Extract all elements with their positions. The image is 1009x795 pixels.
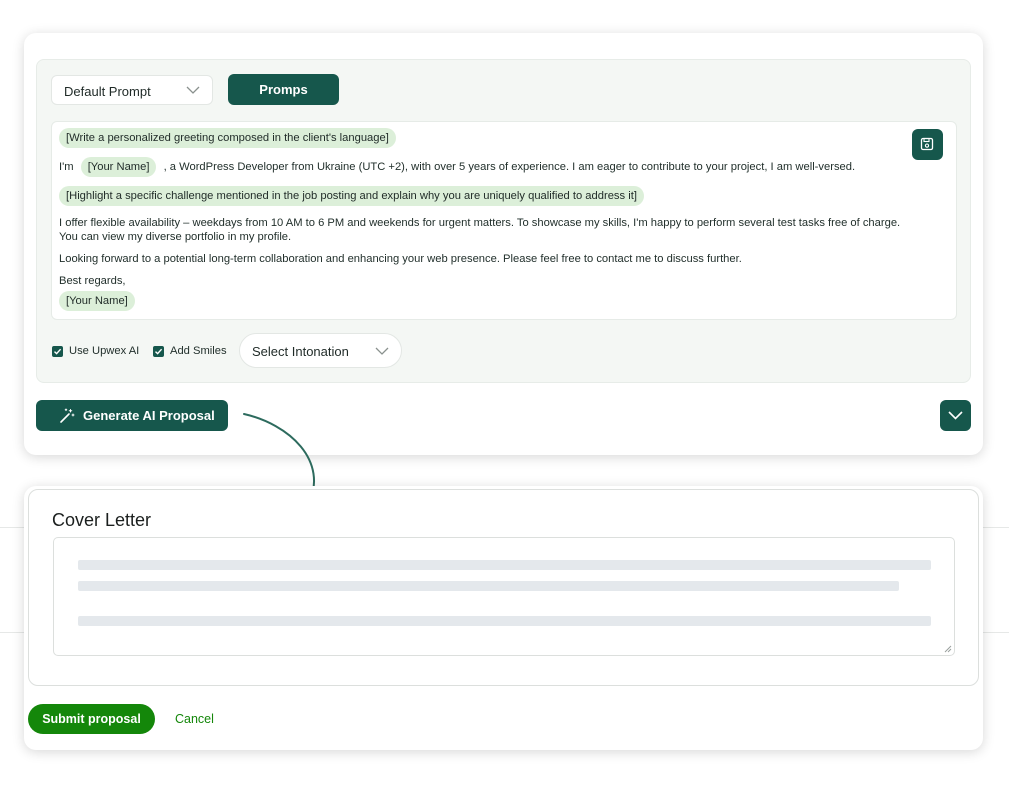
expand-button[interactable] bbox=[940, 400, 971, 431]
magic-wand-icon bbox=[60, 408, 75, 423]
submit-proposal-button[interactable]: Submit proposal bbox=[28, 704, 155, 734]
editor-text: Looking forward to a potential long-term… bbox=[59, 253, 742, 265]
editor-text: , a WordPress Developer from Ukraine (UT… bbox=[163, 161, 856, 173]
generate-ai-proposal-label: Generate AI Proposal bbox=[83, 408, 215, 423]
prompt-editor[interactable]: [Write a personalized greeting composed … bbox=[51, 121, 957, 320]
check-icon bbox=[54, 348, 62, 355]
chevron-down-icon bbox=[186, 86, 200, 94]
checkbox-checked[interactable] bbox=[52, 346, 63, 357]
cover-letter-panel: Cover Letter bbox=[28, 489, 979, 686]
intonation-select-value: Select Intonation bbox=[252, 344, 349, 359]
checkbox-checked[interactable] bbox=[153, 346, 164, 357]
loading-skeleton-line bbox=[78, 581, 899, 591]
placeholder-chip[interactable]: [Your Name] bbox=[59, 291, 135, 311]
cover-letter-title: Cover Letter bbox=[52, 510, 152, 530]
placeholder-chip[interactable]: [Highlight a specific challenge mentione… bbox=[59, 186, 644, 206]
prompt-select[interactable]: Default Prompt bbox=[51, 75, 213, 105]
editor-text: I offer flexible availability – weekdays… bbox=[59, 217, 901, 229]
editor-text: Best regards, bbox=[59, 275, 126, 287]
use-upwex-ai-label: Use Upwex AI bbox=[69, 345, 140, 357]
save-prompt-button[interactable] bbox=[912, 129, 943, 160]
editor-text: You can view my diverse portfolio in my … bbox=[59, 231, 292, 243]
cover-letter-textarea[interactable] bbox=[53, 537, 955, 656]
prompt-panel: Default Prompt Promps [Write a personali… bbox=[36, 59, 971, 383]
loading-skeleton-line bbox=[78, 560, 931, 570]
prompt-card: Default Prompt Promps [Write a personali… bbox=[24, 33, 983, 455]
chevron-down-icon bbox=[375, 347, 389, 355]
generate-ai-proposal-button[interactable]: Generate AI Proposal bbox=[36, 400, 228, 431]
save-icon bbox=[920, 137, 934, 151]
placeholder-chip[interactable]: [Your Name] bbox=[80, 157, 157, 177]
add-smiles-label: Add Smiles bbox=[170, 345, 227, 357]
placeholder-chip[interactable]: [Write a personalized greeting composed … bbox=[59, 128, 396, 148]
editor-text: I'm bbox=[59, 161, 74, 173]
cancel-link[interactable]: Cancel bbox=[175, 712, 214, 726]
cover-letter-card: Cover Letter Submit proposal Cancel bbox=[24, 486, 983, 750]
loading-skeleton-line bbox=[78, 616, 931, 626]
promps-button[interactable]: Promps bbox=[228, 74, 339, 105]
chevron-down-icon bbox=[948, 411, 963, 420]
intonation-select[interactable]: Select Intonation bbox=[239, 333, 402, 368]
resize-handle-icon[interactable] bbox=[944, 645, 952, 653]
check-icon bbox=[155, 348, 163, 355]
prompt-select-value: Default Prompt bbox=[64, 84, 151, 99]
